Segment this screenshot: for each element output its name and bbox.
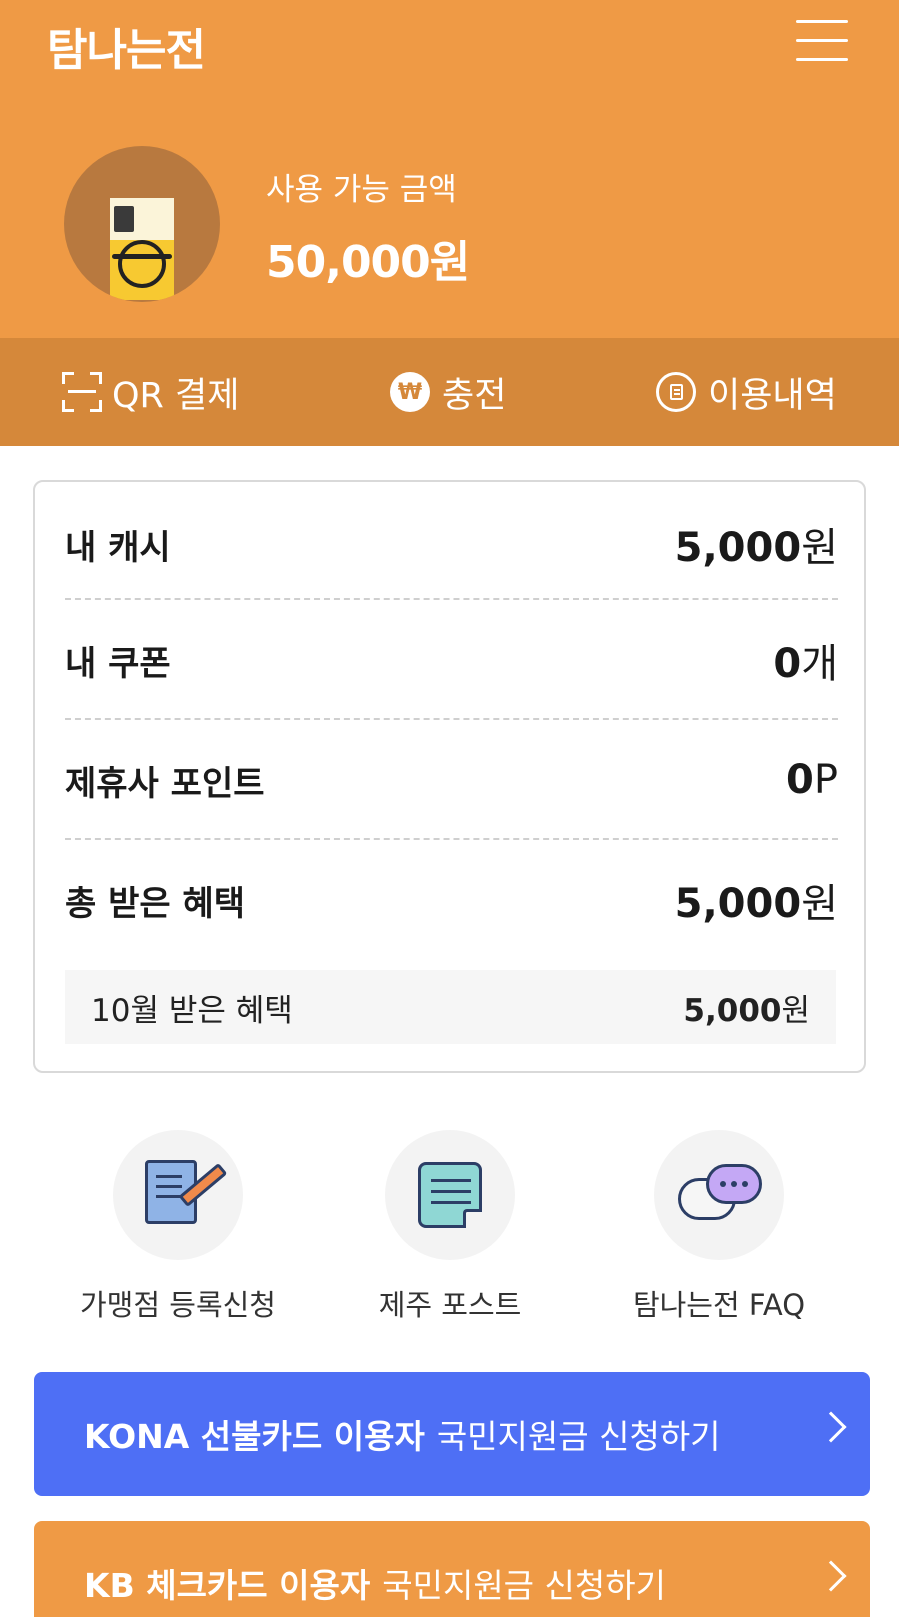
chevron-right-icon bbox=[815, 1560, 847, 1592]
chat-bubbles-icon bbox=[654, 1130, 784, 1260]
qr-pay-label: QR 결제 bbox=[112, 375, 240, 416]
app-title: 탐나는전 bbox=[47, 25, 206, 76]
charge-button[interactable]: ₩ 충전 bbox=[390, 338, 506, 446]
kb-banner-bold: KB 체크카드 이용자 bbox=[84, 1566, 371, 1605]
partner-points-row[interactable]: 제휴사 포인트 0P bbox=[65, 720, 838, 840]
kb-banner-text: 국민지원금 신청하기 bbox=[382, 1566, 666, 1605]
kb-support-banner[interactable]: KB 체크카드 이용자 국민지원금 신청하기 bbox=[34, 1521, 870, 1617]
charge-label: 충전 bbox=[442, 375, 507, 416]
card-avatar bbox=[64, 146, 220, 302]
kona-support-banner[interactable]: KONA 선불카드 이용자 국민지원금 신청하기 bbox=[34, 1372, 870, 1496]
cash-row[interactable]: 내 캐시 5,000원 bbox=[65, 484, 838, 604]
total-benefit-row: 총 받은 혜택 5,000원 bbox=[65, 840, 838, 960]
faq-label: 탐나는전 FAQ bbox=[632, 1288, 806, 1322]
balance-value: 50,000원 bbox=[266, 237, 470, 288]
summary-card: 내 캐시 5,000원 내 쿠폰 0개 제휴사 포인트 0P 총 받은 혜택 5… bbox=[33, 480, 866, 1073]
chevron-right-icon bbox=[815, 1411, 847, 1443]
coupon-value: 0개 bbox=[773, 641, 838, 687]
register-document-pencil-icon bbox=[113, 1130, 243, 1260]
coupon-label: 내 쿠폰 bbox=[65, 643, 171, 684]
post-note-icon bbox=[385, 1130, 515, 1260]
won-icon: ₩ bbox=[390, 372, 430, 412]
month-benefit-label: 10월 받은 혜택 bbox=[91, 992, 293, 1029]
total-benefit-value: 5,000원 bbox=[674, 881, 838, 927]
history-label: 이용내역 bbox=[708, 375, 837, 416]
cash-value: 5,000원 bbox=[674, 525, 838, 571]
month-benefit-value: 5,000원 bbox=[683, 992, 810, 1029]
faq-shortcut[interactable]: 탐나는전 FAQ bbox=[604, 1130, 834, 1324]
merchant-register-shortcut[interactable]: 가맹점 등록신청 bbox=[63, 1130, 293, 1324]
cash-label: 내 캐시 bbox=[65, 527, 171, 568]
coupon-row[interactable]: 내 쿠폰 0개 bbox=[65, 600, 838, 720]
partner-points-label: 제휴사 포인트 bbox=[65, 763, 265, 804]
kona-banner-text: 국민지원금 신청하기 bbox=[436, 1417, 721, 1456]
history-button[interactable]: 이용내역 bbox=[656, 338, 837, 446]
merchant-register-label: 가맹점 등록신청 bbox=[80, 1288, 276, 1322]
month-benefit-row: 10월 받은 혜택 5,000원 bbox=[65, 970, 836, 1044]
hamburger-menu-icon[interactable] bbox=[796, 18, 848, 64]
partner-points-value: 0P bbox=[786, 757, 838, 803]
total-benefit-label: 총 받은 혜택 bbox=[65, 883, 246, 924]
action-bar: QR 결제 ₩ 충전 이용내역 bbox=[0, 338, 899, 446]
jeju-post-shortcut[interactable]: 제주 포스트 bbox=[335, 1130, 565, 1324]
jeju-post-label: 제주 포스트 bbox=[378, 1288, 522, 1322]
qr-pay-button[interactable]: QR 결제 bbox=[62, 338, 239, 446]
qr-scan-icon bbox=[62, 372, 102, 412]
header: 탐나는전 사용 가능 금액 50,000원 bbox=[0, 0, 899, 338]
tamna-card-image bbox=[110, 198, 174, 300]
kona-banner-bold: KONA 선불카드 이용자 bbox=[84, 1417, 425, 1456]
receipt-icon bbox=[656, 372, 696, 412]
balance-label: 사용 가능 금액 bbox=[266, 172, 457, 208]
